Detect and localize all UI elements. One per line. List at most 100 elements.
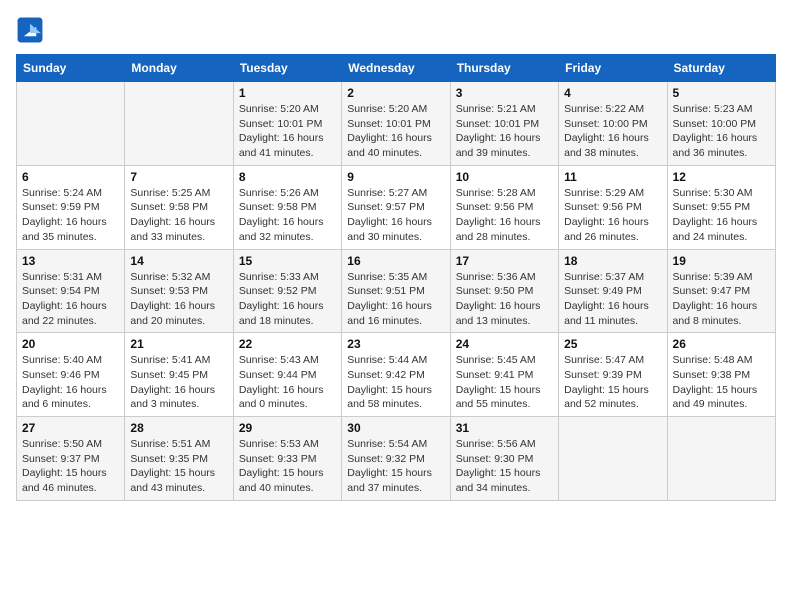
cell-sun-info: Sunrise: 5:22 AM Sunset: 10:00 PM Daylig… (564, 102, 661, 161)
logo (16, 16, 48, 44)
day-number: 31 (456, 421, 553, 435)
cell-sun-info: Sunrise: 5:44 AM Sunset: 9:42 PM Dayligh… (347, 353, 444, 412)
day-number: 14 (130, 254, 227, 268)
calendar-cell (559, 417, 667, 501)
calendar-cell: 29 Sunrise: 5:53 AM Sunset: 9:33 PM Dayli… (233, 417, 341, 501)
day-number: 3 (456, 86, 553, 100)
calendar-cell: 27 Sunrise: 5:50 AM Sunset: 9:37 PM Dayli… (17, 417, 125, 501)
calendar-cell: 1 Sunrise: 5:20 AM Sunset: 10:01 PM Dayli… (233, 82, 341, 166)
day-number: 13 (22, 254, 119, 268)
calendar-cell: 16 Sunrise: 5:35 AM Sunset: 9:51 PM Dayli… (342, 249, 450, 333)
day-number: 21 (130, 337, 227, 351)
day-number: 19 (673, 254, 770, 268)
header-day: Wednesday (342, 55, 450, 82)
cell-sun-info: Sunrise: 5:21 AM Sunset: 10:01 PM Daylig… (456, 102, 553, 161)
calendar-cell: 10 Sunrise: 5:28 AM Sunset: 9:56 PM Dayli… (450, 165, 558, 249)
day-number: 15 (239, 254, 336, 268)
day-number: 12 (673, 170, 770, 184)
day-number: 8 (239, 170, 336, 184)
cell-sun-info: Sunrise: 5:20 AM Sunset: 10:01 PM Daylig… (347, 102, 444, 161)
day-number: 10 (456, 170, 553, 184)
calendar-cell: 5 Sunrise: 5:23 AM Sunset: 10:00 PM Dayli… (667, 82, 775, 166)
calendar-cell: 26Sunrise: 5:48 AM Sunset: 9:38 PM Dayli… (667, 333, 775, 417)
header-row: SundayMondayTuesdayWednesdayThursdayFrid… (17, 55, 776, 82)
calendar-cell: 19 Sunrise: 5:39 AM Sunset: 9:47 PM Dayli… (667, 249, 775, 333)
cell-sun-info: Sunrise: 5:45 AM Sunset: 9:41 PM Dayligh… (456, 353, 553, 412)
cell-sun-info: Sunrise: 5:53 AM Sunset: 9:33 PM Dayligh… (239, 437, 336, 496)
cell-sun-info: Sunrise: 5:47 AM Sunset: 9:39 PM Dayligh… (564, 353, 661, 412)
cell-sun-info: Sunrise: 5:37 AM Sunset: 9:49 PM Dayligh… (564, 270, 661, 329)
calendar-cell: 24 Sunrise: 5:45 AM Sunset: 9:41 PM Dayli… (450, 333, 558, 417)
day-number: 28 (130, 421, 227, 435)
calendar-cell: 7 Sunrise: 5:25 AM Sunset: 9:58 PM Daylig… (125, 165, 233, 249)
header-day: Friday (559, 55, 667, 82)
day-number: 24 (456, 337, 553, 351)
day-number: 30 (347, 421, 444, 435)
calendar-cell (667, 417, 775, 501)
calendar-table: SundayMondayTuesdayWednesdayThursdayFrid… (16, 54, 776, 501)
day-number: 4 (564, 86, 661, 100)
day-number: 2 (347, 86, 444, 100)
logo-icon (16, 16, 44, 44)
calendar-cell: 14Sunrise: 5:32 AM Sunset: 9:53 PM Dayli… (125, 249, 233, 333)
day-number: 23 (347, 337, 444, 351)
calendar-cell: 15 Sunrise: 5:33 AM Sunset: 9:52 PM Dayli… (233, 249, 341, 333)
cell-sun-info: Sunrise: 5:25 AM Sunset: 9:58 PM Dayligh… (130, 186, 227, 245)
calendar-cell: 8 Sunrise: 5:26 AM Sunset: 9:58 PM Daylig… (233, 165, 341, 249)
calendar-cell: 30 Sunrise: 5:54 AM Sunset: 9:32 PM Dayli… (342, 417, 450, 501)
day-number: 17 (456, 254, 553, 268)
cell-sun-info: Sunrise: 5:30 AM Sunset: 9:55 PM Dayligh… (673, 186, 770, 245)
cell-sun-info: Sunrise: 5:23 AM Sunset: 10:00 PM Daylig… (673, 102, 770, 161)
cell-sun-info: Sunrise: 5:35 AM Sunset: 9:51 PM Dayligh… (347, 270, 444, 329)
calendar-cell: 12 Sunrise: 5:30 AM Sunset: 9:55 PM Dayli… (667, 165, 775, 249)
calendar-cell: 13Sunrise: 5:31 AM Sunset: 9:54 PM Dayli… (17, 249, 125, 333)
calendar-cell: 11Sunrise: 5:29 AM Sunset: 9:56 PM Dayli… (559, 165, 667, 249)
calendar-cell: 31 Sunrise: 5:56 AM Sunset: 9:30 PM Dayli… (450, 417, 558, 501)
cell-sun-info: Sunrise: 5:33 AM Sunset: 9:52 PM Dayligh… (239, 270, 336, 329)
header-day: Sunday (17, 55, 125, 82)
calendar-cell: 2 Sunrise: 5:20 AM Sunset: 10:01 PM Dayli… (342, 82, 450, 166)
cell-sun-info: Sunrise: 5:24 AM Sunset: 9:59 PM Dayligh… (22, 186, 119, 245)
cell-sun-info: Sunrise: 5:39 AM Sunset: 9:47 PM Dayligh… (673, 270, 770, 329)
calendar-week-row: 6 Sunrise: 5:24 AM Sunset: 9:59 PM Daylig… (17, 165, 776, 249)
day-number: 18 (564, 254, 661, 268)
day-number: 9 (347, 170, 444, 184)
day-number: 29 (239, 421, 336, 435)
cell-sun-info: Sunrise: 5:54 AM Sunset: 9:32 PM Dayligh… (347, 437, 444, 496)
calendar-week-row: 1 Sunrise: 5:20 AM Sunset: 10:01 PM Dayli… (17, 82, 776, 166)
day-number: 16 (347, 254, 444, 268)
cell-sun-info: Sunrise: 5:50 AM Sunset: 9:37 PM Dayligh… (22, 437, 119, 496)
calendar-cell: 25 Sunrise: 5:47 AM Sunset: 9:39 PM Dayli… (559, 333, 667, 417)
calendar-cell: 6 Sunrise: 5:24 AM Sunset: 9:59 PM Daylig… (17, 165, 125, 249)
cell-sun-info: Sunrise: 5:26 AM Sunset: 9:58 PM Dayligh… (239, 186, 336, 245)
calendar-cell: 4 Sunrise: 5:22 AM Sunset: 10:00 PM Dayli… (559, 82, 667, 166)
calendar-cell: 17 Sunrise: 5:36 AM Sunset: 9:50 PM Dayli… (450, 249, 558, 333)
calendar-cell: 28 Sunrise: 5:51 AM Sunset: 9:35 PM Dayli… (125, 417, 233, 501)
calendar-cell: 20Sunrise: 5:40 AM Sunset: 9:46 PM Dayli… (17, 333, 125, 417)
calendar-week-row: 20Sunrise: 5:40 AM Sunset: 9:46 PM Dayli… (17, 333, 776, 417)
cell-sun-info: Sunrise: 5:56 AM Sunset: 9:30 PM Dayligh… (456, 437, 553, 496)
day-number: 26 (673, 337, 770, 351)
day-number: 6 (22, 170, 119, 184)
header-day: Saturday (667, 55, 775, 82)
calendar-cell: 22Sunrise: 5:43 AM Sunset: 9:44 PM Dayli… (233, 333, 341, 417)
header-area (16, 16, 776, 44)
calendar-cell (17, 82, 125, 166)
day-number: 20 (22, 337, 119, 351)
cell-sun-info: Sunrise: 5:36 AM Sunset: 9:50 PM Dayligh… (456, 270, 553, 329)
calendar-header: SundayMondayTuesdayWednesdayThursdayFrid… (17, 55, 776, 82)
calendar-cell: 23 Sunrise: 5:44 AM Sunset: 9:42 PM Dayli… (342, 333, 450, 417)
day-number: 25 (564, 337, 661, 351)
cell-sun-info: Sunrise: 5:51 AM Sunset: 9:35 PM Dayligh… (130, 437, 227, 496)
cell-sun-info: Sunrise: 5:28 AM Sunset: 9:56 PM Dayligh… (456, 186, 553, 245)
day-number: 11 (564, 170, 661, 184)
calendar-cell: 9Sunrise: 5:27 AM Sunset: 9:57 PM Daylig… (342, 165, 450, 249)
day-number: 27 (22, 421, 119, 435)
day-number: 5 (673, 86, 770, 100)
day-number: 7 (130, 170, 227, 184)
cell-sun-info: Sunrise: 5:20 AM Sunset: 10:01 PM Daylig… (239, 102, 336, 161)
calendar-body: 1 Sunrise: 5:20 AM Sunset: 10:01 PM Dayli… (17, 82, 776, 501)
header-day: Thursday (450, 55, 558, 82)
day-number: 1 (239, 86, 336, 100)
calendar-week-row: 13Sunrise: 5:31 AM Sunset: 9:54 PM Dayli… (17, 249, 776, 333)
